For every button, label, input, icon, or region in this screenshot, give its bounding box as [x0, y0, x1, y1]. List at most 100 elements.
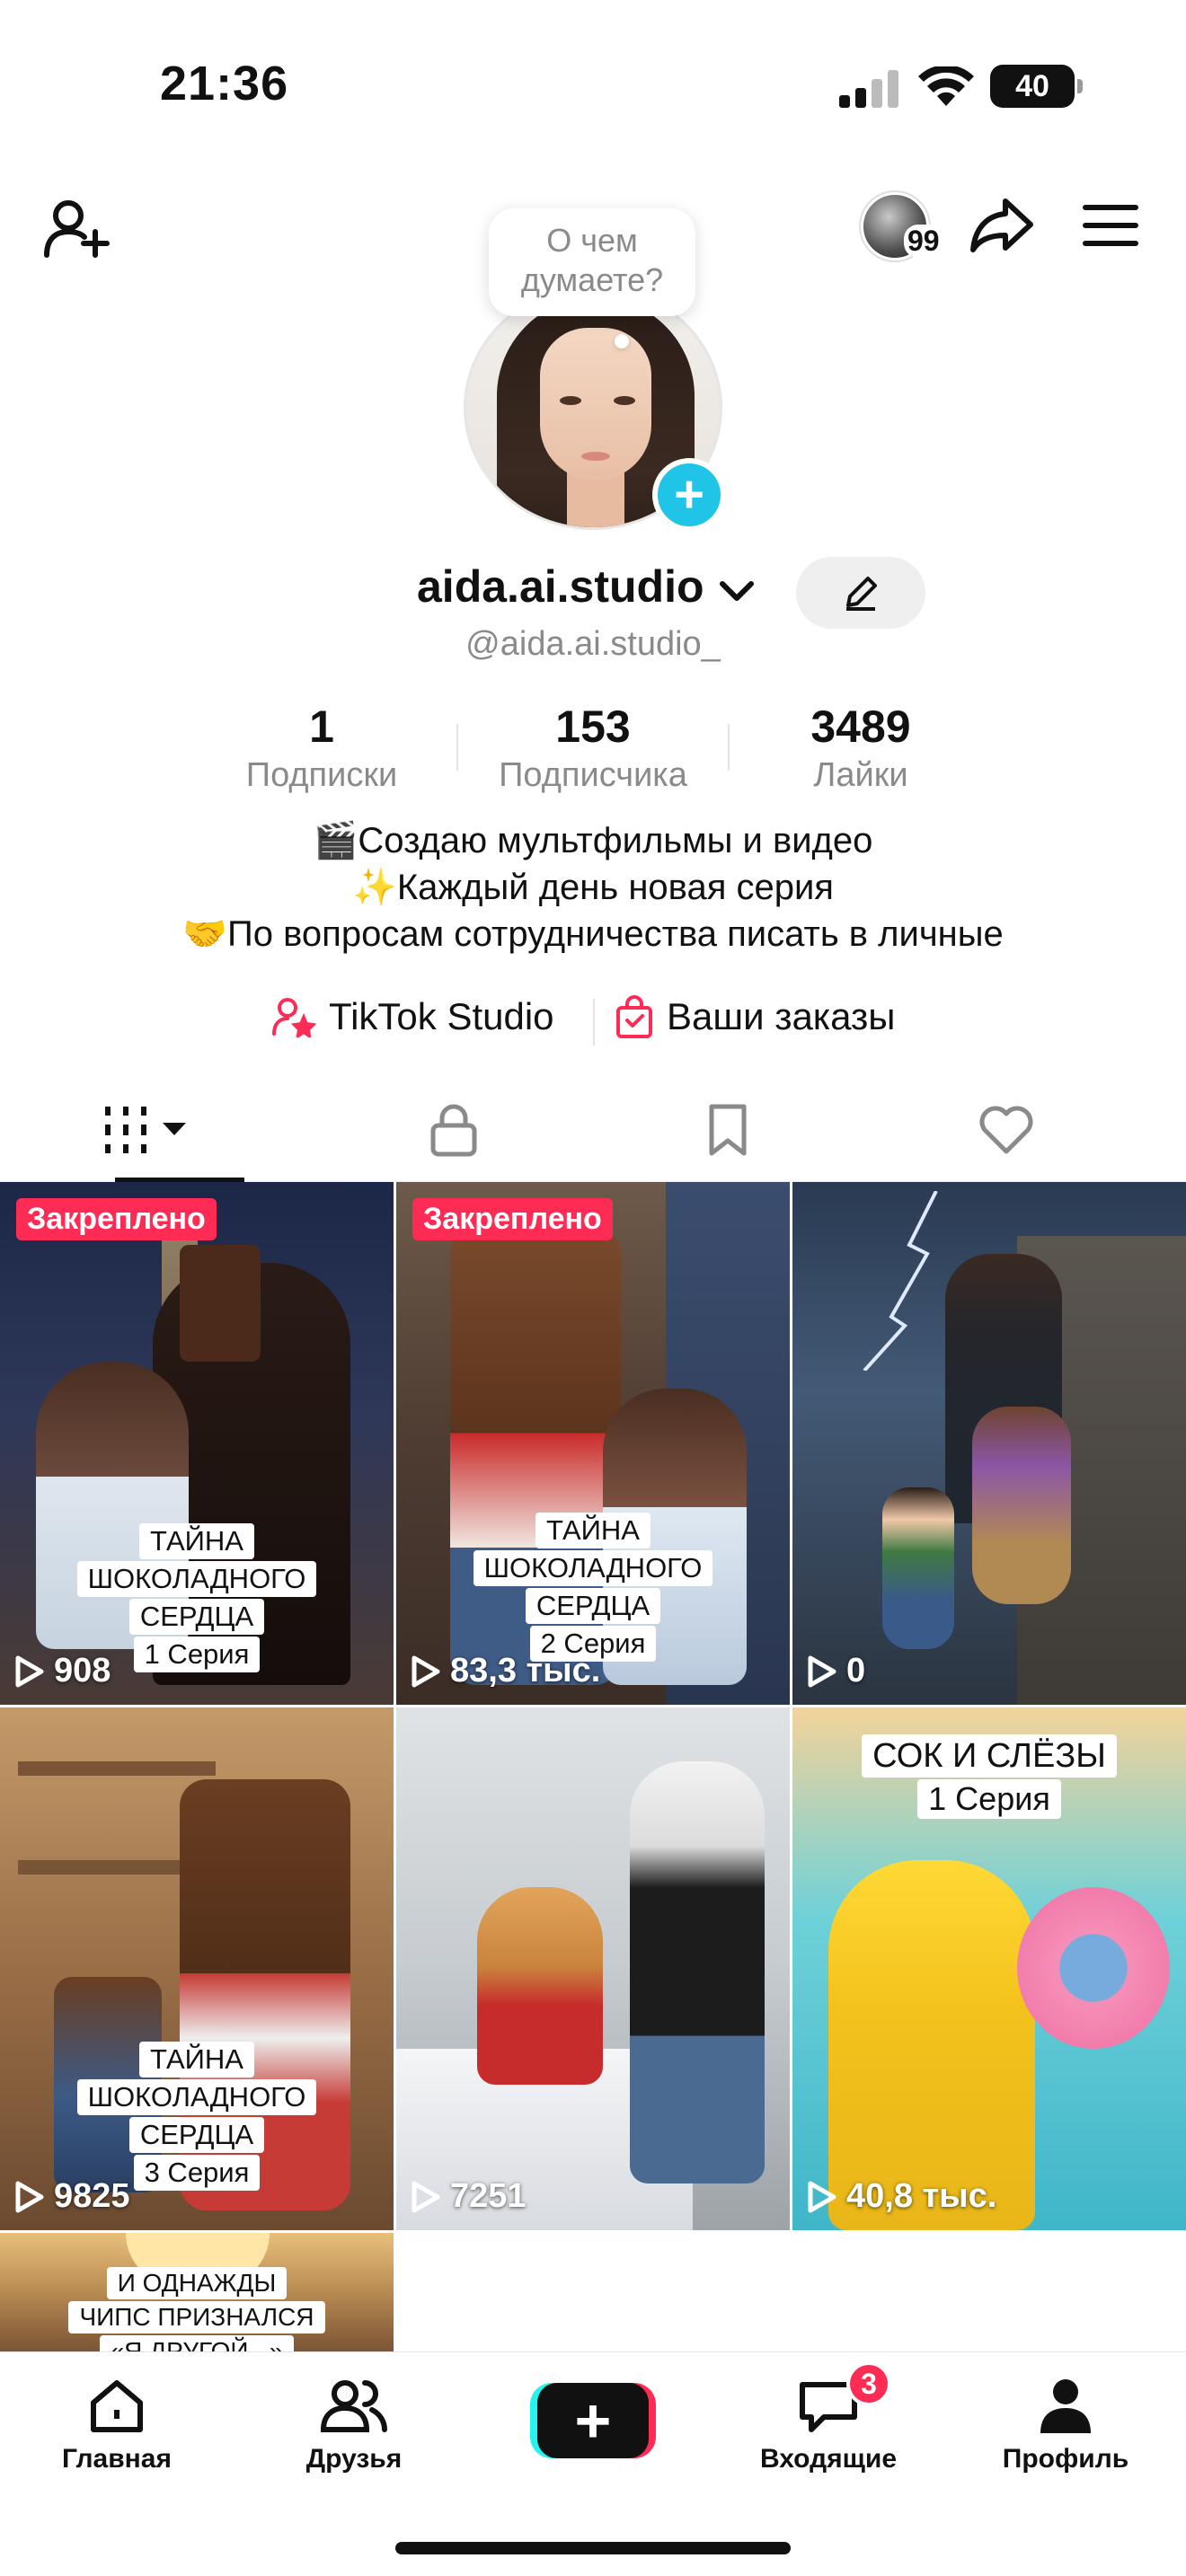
tab-private[interactable] [305, 1078, 602, 1182]
view-count: 40,8 тыс. [807, 2177, 996, 2216]
inbox-badge: 3 [846, 2361, 891, 2406]
add-friend-button[interactable] [36, 189, 117, 269]
profile-icon [1040, 2379, 1091, 2433]
nav-friends-label: Друзья [305, 2444, 403, 2474]
video-caption: ТАЙНА ШОКОЛАДНОГО СЕРДЦА 3 Серия [0, 2040, 394, 2191]
caption-line: СЕРДЦА [128, 2117, 265, 2153]
bookmark-icon [709, 1104, 747, 1156]
play-icon [15, 2181, 44, 2212]
nav-profile-label: Профиль [1002, 2444, 1129, 2474]
view-count-value: 40,8 тыс. [846, 2177, 997, 2215]
caption-line: ТАЙНА [535, 1513, 651, 1548]
caption-line: И ОДНАЖДЫ [106, 2267, 288, 2299]
caption-line: ТАЙНА [139, 2042, 254, 2078]
home-icon [91, 2380, 143, 2432]
stat-following[interactable]: 1 Подписки [232, 701, 412, 795]
video-caption: ТАЙНА ШОКОЛАДНОГО СЕРДЦА 2 Серия [396, 1511, 790, 1662]
play-icon [808, 2181, 836, 2212]
tab-videos[interactable] [0, 1078, 296, 1183]
tiktok-studio-link[interactable]: TikTok Studio [271, 995, 554, 1038]
status-bar: 21:36 40 [0, 0, 1186, 171]
caption-line: 1 Серия [133, 1636, 261, 1672]
create-button[interactable]: + [530, 2383, 656, 2458]
video-tile[interactable]: И ОДНАЖДЫ ЧИПС ПРИЗНАЛСЯ «Я ДРУГОЙ...» [0, 2233, 394, 2351]
tiktok-studio-label: TikTok Studio [329, 995, 554, 1037]
view-count-value: 0 [846, 1652, 866, 1689]
stat-followers-value: 153 [555, 701, 631, 752]
nav-profile[interactable]: Профиль [976, 2369, 1155, 2475]
view-count: 0 [807, 1652, 865, 1690]
friends-icon [320, 2380, 387, 2432]
stories-count: 99 [904, 225, 943, 258]
menu-button[interactable] [1067, 185, 1154, 266]
bio: 🎬Создаю мультфильмы и видео ✨Каждый день… [0, 817, 1186, 957]
note-bubble-tail [615, 334, 629, 348]
play-icon [15, 1655, 44, 1687]
wifi-icon [918, 66, 974, 106]
bio-line: ✨Каждый день новая серия [352, 868, 834, 907]
pinned-badge: Закреплено [16, 1198, 217, 1240]
username[interactable]: aida.ai.studio [417, 560, 704, 613]
video-caption: ТАЙНА ШОКОЛАДНОГО СЕРДЦА 1 Серия [0, 1522, 394, 1672]
view-count: 83,3 тыс. [411, 1652, 600, 1690]
shopping-bag-icon [616, 995, 652, 1038]
chevron-down-icon[interactable] [719, 578, 755, 605]
links-divider [593, 999, 595, 1045]
video-tile[interactable]: 0 [792, 1182, 1186, 1705]
view-count: 9825 [14, 2177, 130, 2216]
caption-line: 1 Серия [917, 1779, 1061, 1819]
nav-inbox[interactable]: 3 Входящие [739, 2361, 918, 2475]
caption-line: ЧИПС ПРИЗНАЛСЯ [68, 2301, 325, 2333]
caption-line: ШОКОЛАДНОГО [76, 1561, 317, 1597]
view-count-value: 908 [54, 1652, 111, 1689]
caption-line: 3 Серия [133, 2155, 261, 2191]
heart-icon [979, 1106, 1033, 1154]
pinned-badge: Закреплено [412, 1198, 613, 1240]
video-caption: СОК И СЛЁЗЫ 1 Серия [792, 1733, 1186, 1819]
orders-label: Ваши заказы [667, 995, 896, 1037]
person-star-icon [272, 998, 316, 1037]
pencil-icon [846, 577, 877, 611]
video-tile[interactable]: Закреплено ТАЙНА ШОКОЛАДНОГО СЕРДЦА 1 Се… [0, 1182, 394, 1705]
handle: @aida.ai.studio_ [465, 625, 721, 663]
edit-profile-button[interactable] [796, 557, 925, 629]
video-tile[interactable]: Закреплено ТАЙНА ШОКОЛАДНОГО СЕРДЦА 2 Се… [396, 1182, 790, 1705]
person-plus-icon [44, 200, 110, 258]
video-tile[interactable]: 7251 [396, 1707, 790, 2230]
status-time: 21:36 [160, 57, 289, 110]
video-tile[interactable]: СОК И СЛЁЗЫ 1 Серия 40,8 тыс. [792, 1707, 1186, 2230]
share-arrow-icon [970, 198, 1033, 252]
stat-divider [728, 724, 730, 771]
caption-line: ШОКОЛАДНОГО [76, 2079, 317, 2115]
nav-home[interactable]: Главная [27, 2369, 207, 2475]
plus-icon: + [574, 2386, 612, 2456]
tab-saved[interactable] [580, 1078, 876, 1182]
stat-likes-value: 3489 [810, 701, 911, 752]
stat-likes-label: Лайки [813, 756, 908, 794]
note-bubble-line1: О чем [546, 222, 638, 259]
caption-line: СОК И СЛЁЗЫ [862, 1734, 1117, 1778]
nav-friends[interactable]: Друзья [264, 2369, 444, 2475]
caption-line: ШОКОЛАДНОГО [473, 1550, 713, 1586]
hamburger-menu-icon [1083, 205, 1138, 246]
caption-line: «Я ДРУГОЙ...» [99, 2335, 295, 2351]
view-count-value: 7251 [450, 2177, 527, 2215]
play-icon [808, 1655, 836, 1687]
cellular-signal-icon [839, 70, 900, 108]
play-icon [412, 2181, 440, 2212]
play-icon [412, 1655, 440, 1687]
note-bubble[interactable]: О чем думаете? [489, 208, 695, 316]
stat-likes[interactable]: 3489 Лайки [771, 701, 951, 795]
caption-line: СЕРДЦА [525, 1588, 661, 1624]
tab-liked[interactable] [858, 1078, 1155, 1182]
view-count: 908 [14, 1652, 111, 1690]
video-tile[interactable]: ТАЙНА ШОКОЛАДНОГО СЕРДЦА 3 Серия 9825 [0, 1707, 394, 2230]
home-indicator [395, 2542, 791, 2554]
lock-icon [430, 1104, 477, 1157]
stat-followers[interactable]: 153 Подписчика [476, 701, 710, 795]
share-button[interactable] [961, 185, 1042, 266]
view-count-value: 83,3 тыс. [450, 1652, 601, 1689]
orders-link[interactable]: Ваши заказы [615, 995, 895, 1038]
battery-indicator: 40 [990, 65, 1083, 108]
add-story-button[interactable]: + [652, 458, 726, 532]
